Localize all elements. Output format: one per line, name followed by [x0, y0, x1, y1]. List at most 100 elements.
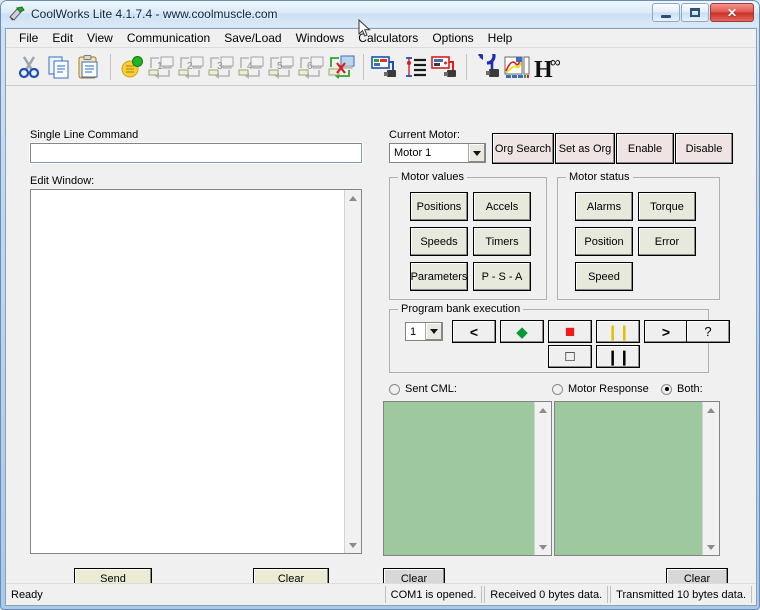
paste-icon[interactable] [74, 52, 104, 82]
radio-sent-cml-label: Sent CML: [405, 383, 457, 395]
scroll-down-icon[interactable] [345, 537, 362, 553]
copy-icon[interactable] [44, 52, 74, 82]
position-button[interactable]: Position [575, 227, 633, 256]
bank-clear-icon[interactable] [327, 52, 357, 82]
radio-motor-response[interactable]: Motor Response [552, 383, 649, 395]
stop-outline-button[interactable]: □ [548, 345, 592, 368]
pause-button[interactable]: ❙❙ [596, 320, 640, 343]
psa-button[interactable]: P - S - A [473, 262, 531, 291]
pause-black-button[interactable]: ❙❙ [596, 345, 640, 368]
error-button[interactable]: Error [638, 227, 696, 256]
status-received: Received 0 bytes data. [484, 586, 609, 603]
motor-response-text[interactable] [555, 402, 702, 555]
radio-both-label: Both: [677, 383, 703, 395]
close-button[interactable]: ✕ [710, 3, 754, 22]
svg-text:4: 4 [247, 61, 253, 72]
radio-sent-cml[interactable]: Sent CML: [389, 383, 457, 395]
graph-icon[interactable] [503, 52, 533, 82]
help-button[interactable]: ? [686, 320, 730, 343]
motor-reset-icon[interactable] [473, 52, 503, 82]
motor-status-group: Motor status Alarms Torque Position Erro… [557, 171, 720, 300]
position-list-icon[interactable] [400, 52, 430, 82]
chevron-down-icon[interactable] [425, 323, 442, 340]
speed-button[interactable]: Speed [575, 262, 633, 291]
scroll-down-icon[interactable] [535, 539, 552, 555]
menu-help[interactable]: Help [481, 30, 520, 46]
step-back-button[interactable]: < [452, 320, 496, 343]
menu-save-load[interactable]: Save/Load [217, 30, 288, 46]
edit-window-label: Edit Window: [30, 175, 95, 187]
disable-button[interactable]: Disable [675, 133, 733, 164]
motor-status-icon[interactable] [430, 52, 460, 82]
scroll-up-icon[interactable] [535, 402, 552, 418]
bank-4-icon[interactable]: 4 [237, 52, 267, 82]
menu-bar: File Edit View Communication Save/Load W… [6, 29, 756, 48]
main-panel: Single Line Command Edit Window: Send Cl… [6, 87, 756, 590]
radio-both[interactable]: Both: [661, 383, 703, 395]
tool-bar: 1 2 3 4 5 6 H ∞ [6, 48, 756, 86]
sent-cml-scrollbar[interactable] [534, 402, 551, 555]
menu-view[interactable]: View [80, 30, 120, 46]
set-as-org-button[interactable]: Set as Org [555, 133, 615, 164]
motor-values-title: Motor values [398, 171, 467, 183]
step-forward-button[interactable]: > [644, 320, 688, 343]
single-line-command-input[interactable] [29, 142, 363, 164]
menu-communication[interactable]: Communication [120, 30, 217, 46]
edit-window[interactable] [30, 189, 362, 554]
org-search-button[interactable]: Org Search [492, 133, 554, 164]
h-infinity-icon[interactable]: H ∞ [533, 52, 567, 82]
scroll-down-icon[interactable] [703, 539, 720, 555]
stop-button[interactable]: ■ [548, 320, 592, 343]
menu-calculators[interactable]: Calculators [351, 30, 425, 46]
bank-5-icon[interactable]: 5 [267, 52, 297, 82]
radio-dot-icon [389, 383, 400, 395]
torque-button[interactable]: Torque [638, 192, 696, 221]
bank-1-icon[interactable]: 1 [147, 52, 177, 82]
bank-6-icon[interactable]: 6 [297, 52, 327, 82]
current-motor-value: Motor 1 [394, 147, 432, 159]
svg-text:3: 3 [217, 61, 223, 72]
title-bar: CoolWorks Lite 4.1.7.4 - www.coolmuscle.… [1, 1, 759, 27]
positions-button[interactable]: Positions [410, 192, 468, 221]
maximize-button[interactable] [681, 3, 709, 22]
run-button[interactable]: ◆ [500, 320, 544, 343]
radio-dot-icon [552, 383, 563, 395]
speeds-button[interactable]: Speeds [410, 227, 468, 256]
timers-button[interactable]: Timers [473, 227, 531, 256]
current-motor-select[interactable]: Motor 1 [389, 143, 486, 163]
bank-2-icon[interactable]: 2 [177, 52, 207, 82]
motor-response-scrollbar[interactable] [702, 402, 719, 555]
single-line-command-label: Single Line Command [30, 129, 139, 141]
alarms-button[interactable]: Alarms [575, 192, 633, 221]
status-transmitted: Transmitted 10 bytes data. [610, 586, 752, 603]
program-bank-group: Program bank execution 1 < ◆ ■ ❙❙ > ? □ … [389, 303, 730, 373]
menu-options[interactable]: Options [425, 30, 480, 46]
sent-cml-output[interactable] [383, 401, 552, 556]
motor-parameters-icon[interactable] [370, 52, 400, 82]
status-com: COM1 is opened. [384, 586, 483, 603]
chevron-down-icon[interactable] [468, 144, 485, 162]
svg-text:5: 5 [277, 61, 283, 72]
scroll-up-icon[interactable] [703, 402, 720, 418]
bank-3-icon[interactable]: 3 [207, 52, 237, 82]
menu-file[interactable]: File [12, 30, 45, 46]
motor-response-output[interactable] [554, 401, 720, 556]
edit-window-scrollbar[interactable] [344, 190, 361, 553]
enable-button[interactable]: Enable [616, 133, 674, 164]
bank-all-icon[interactable] [117, 52, 147, 82]
svg-text:6: 6 [307, 61, 313, 72]
sent-cml-text[interactable] [384, 402, 534, 555]
minimize-button[interactable] [652, 3, 680, 22]
menu-edit[interactable]: Edit [45, 30, 80, 46]
program-bank-select[interactable]: 1 [405, 322, 443, 341]
current-motor-label: Current Motor: [389, 129, 460, 141]
accels-button[interactable]: Accels [473, 192, 531, 221]
window-title: CoolWorks Lite 4.1.7.4 - www.coolmuscle.… [31, 7, 278, 21]
scroll-up-icon[interactable] [345, 190, 362, 206]
parameters-button[interactable]: Parameters [410, 262, 468, 291]
menu-windows[interactable]: Windows [289, 30, 352, 46]
cut-icon[interactable] [14, 52, 44, 82]
program-bank-title: Program bank execution [398, 303, 524, 315]
edit-window-text[interactable] [31, 190, 344, 553]
maximize-icon [690, 8, 700, 17]
